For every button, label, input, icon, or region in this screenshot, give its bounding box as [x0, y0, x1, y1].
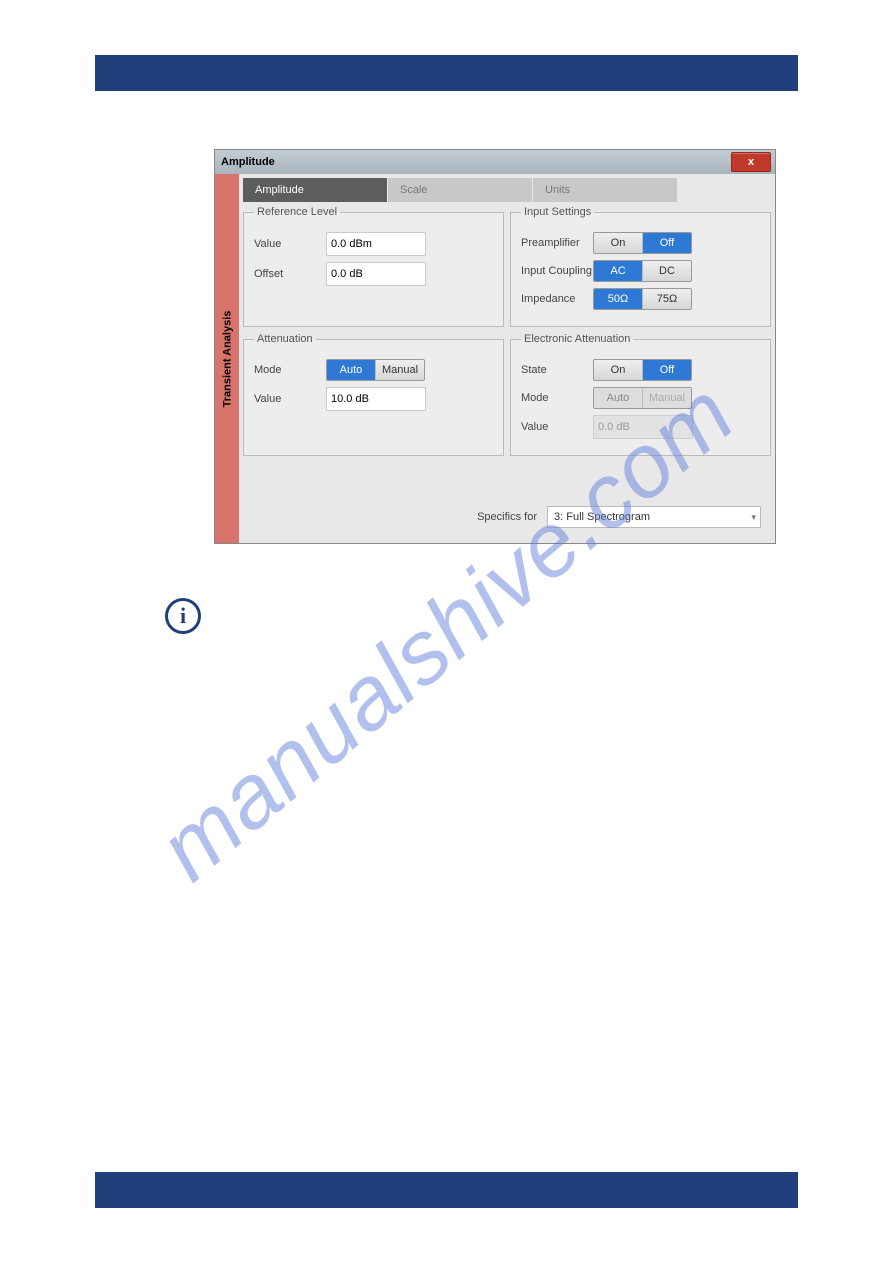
coupling-toggle[interactable]: AC DC — [593, 260, 692, 282]
eatt-state-off[interactable]: Off — [642, 360, 691, 380]
preamp-on[interactable]: On — [594, 233, 642, 253]
info-icon: i — [165, 598, 201, 634]
eatt-state-toggle[interactable]: On Off — [593, 359, 692, 381]
impedance-toggle[interactable]: 50Ω 75Ω — [593, 288, 692, 310]
page-footer-bar — [95, 1172, 798, 1208]
impedance-label: Impedance — [521, 293, 593, 305]
ref-value-label: Value — [254, 238, 326, 250]
eatt-state-on[interactable]: On — [594, 360, 642, 380]
preamp-off[interactable]: Off — [642, 233, 691, 253]
att-value-label: Value — [254, 393, 326, 405]
eatt-value-field — [593, 415, 693, 439]
att-mode-toggle[interactable]: Auto Manual — [326, 359, 425, 381]
reference-level-group: Reference Level Value Offset — [243, 206, 504, 327]
eatt-mode-auto: Auto — [594, 388, 642, 408]
att-mode-auto[interactable]: Auto — [327, 360, 375, 380]
coupling-dc[interactable]: DC — [642, 261, 691, 281]
close-button[interactable]: x — [731, 152, 771, 172]
page-header-bar — [95, 55, 798, 91]
eatt-value-label: Value — [521, 421, 593, 433]
att-mode-label: Mode — [254, 364, 326, 376]
eatt-mode-label: Mode — [521, 392, 593, 404]
titlebar: Amplitude x — [215, 150, 775, 174]
eatt-mode-toggle: Auto Manual — [593, 387, 692, 409]
side-label-strip: Transient Analysis — [215, 174, 239, 543]
ref-offset-label: Offset — [254, 268, 326, 280]
impedance-75[interactable]: 75Ω — [642, 289, 691, 309]
dialog-footer: Specifics for 3: Full Spectrogram — [243, 456, 771, 533]
coupling-ac[interactable]: AC — [594, 261, 642, 281]
attenuation-group: Attenuation Mode Auto Manual Value — [243, 333, 504, 456]
coupling-label: Input Coupling — [521, 265, 593, 277]
attenuation-legend: Attenuation — [254, 333, 316, 345]
eatt-legend: Electronic Attenuation — [521, 333, 633, 345]
att-value-field[interactable] — [326, 387, 426, 411]
preamp-toggle[interactable]: On Off — [593, 232, 692, 254]
impedance-50[interactable]: 50Ω — [594, 289, 642, 309]
eatt-mode-manual: Manual — [642, 388, 691, 408]
att-mode-manual[interactable]: Manual — [375, 360, 424, 380]
tab-units[interactable]: Units — [533, 178, 678, 202]
tab-scale[interactable]: Scale — [388, 178, 533, 202]
amplitude-dialog: Amplitude x Transient Analysis Amplitude… — [215, 150, 775, 543]
specifics-for-value: 3: Full Spectrogram — [554, 511, 650, 523]
side-label-text: Transient Analysis — [221, 310, 233, 407]
ref-offset-field[interactable] — [326, 262, 426, 286]
specifics-for-label: Specifics for — [477, 511, 537, 523]
ref-value-field[interactable] — [326, 232, 426, 256]
eatt-state-label: State — [521, 364, 593, 376]
electronic-attenuation-group: Electronic Attenuation State On Off Mode — [510, 333, 771, 456]
reference-level-legend: Reference Level — [254, 206, 340, 218]
window-title: Amplitude — [221, 156, 275, 168]
input-settings-legend: Input Settings — [521, 206, 594, 218]
specifics-for-select[interactable]: 3: Full Spectrogram — [547, 506, 761, 528]
tab-amplitude[interactable]: Amplitude — [243, 178, 388, 202]
preamp-label: Preamplifier — [521, 237, 593, 249]
input-settings-group: Input Settings Preamplifier On Off Input… — [510, 206, 771, 327]
tab-bar: Amplitude Scale Units — [243, 178, 771, 202]
